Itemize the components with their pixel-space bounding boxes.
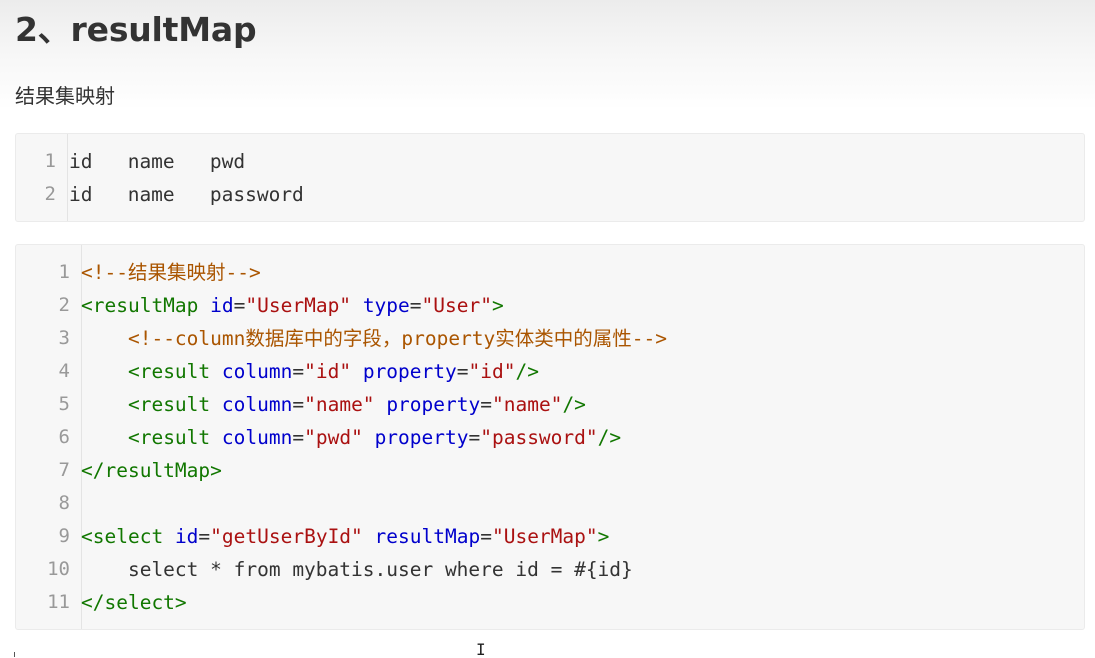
section-description: 结果集映射: [15, 84, 115, 108]
code-line: <result column="name" property="name"/>: [81, 388, 586, 421]
code-token-plain: =: [233, 294, 246, 317]
code-token-tag: <resultMap: [81, 294, 199, 317]
code-token-plain: =: [456, 360, 469, 383]
line-number: 11: [47, 591, 70, 613]
code-token-tag: <result: [127, 360, 211, 383]
code-token-str: "getUserById": [210, 525, 363, 548]
code-token-str: "name": [304, 393, 375, 416]
code-token-plain: =: [480, 525, 492, 548]
line-number: 1: [44, 150, 56, 172]
line-number: 4: [58, 360, 70, 382]
code-line: <!--结果集映射-->: [81, 256, 261, 289]
code-line: </select>: [81, 586, 187, 619]
code-token-str: "name": [491, 393, 563, 416]
line-number: 1: [58, 261, 70, 283]
code-line: <result column="pwd" property="password"…: [81, 421, 621, 454]
code-line: </resultMap>: [81, 454, 222, 487]
code-line: select * from mybatis.user where id = #{…: [81, 553, 633, 586]
code-token-attr: resultMap: [374, 525, 481, 548]
code-token-str: "id": [304, 360, 352, 383]
code-block-resultmap[interactable]: 1 2 3 4 5 6 7 8 9 10 11 <!--结果集映射--> <resultMap id=…: [15, 244, 1085, 630]
line-number: 6: [58, 426, 70, 448]
code-token-plain: id name password: [69, 183, 304, 206]
code-token-tag: />: [597, 426, 622, 449]
code-token-tag: <result: [127, 393, 211, 416]
code-token-str: "pwd": [304, 426, 363, 449]
code-token-str: "UserMap": [491, 525, 598, 548]
line-number: 5: [58, 393, 70, 415]
code-token-plain: =: [198, 525, 211, 548]
line-number-gutter: 12: [16, 134, 68, 221]
code-token-plain: =: [480, 393, 492, 416]
code-token-plain: id name pwd: [69, 150, 246, 173]
code-token-str: "password": [480, 426, 598, 449]
line-number: 3: [58, 327, 70, 349]
code-token-str: "id": [468, 360, 516, 383]
code-token-plain: =: [292, 393, 305, 416]
code-token-comment: <!--结果集映射-->: [81, 261, 261, 284]
code-line: <resultMap id="UserMap" type="User">: [81, 289, 504, 322]
line-number: 10: [47, 558, 70, 580]
code-block-columns[interactable]: 12 id name pwd id name password: [15, 133, 1085, 222]
line-number: 2: [44, 183, 56, 205]
code-token-tag: <result: [127, 426, 211, 449]
code-token-plain: =: [409, 294, 422, 317]
line-number: 9: [58, 525, 70, 547]
line-number: 8: [58, 492, 70, 514]
line-number: 7: [58, 459, 70, 481]
code-token-str: "UserMap": [245, 294, 352, 317]
code-token-attr: column: [221, 426, 293, 449]
code-token-tag: >: [491, 294, 504, 317]
edge-marker: [14, 652, 15, 657]
code-token-tag: />: [515, 360, 539, 383]
code-token-attr: id: [174, 525, 199, 548]
code-token-tag: />: [562, 393, 586, 416]
code-token-attr: column: [221, 360, 293, 383]
code-token-str: "User": [421, 294, 492, 317]
code-line: id name pwd: [69, 145, 245, 178]
code-token-tag: </select>: [81, 591, 187, 614]
code-token-attr: property: [386, 393, 481, 416]
code-token-plain: =: [468, 426, 481, 449]
code-token-plain: =: [292, 360, 305, 383]
code-token-attr: column: [221, 393, 293, 416]
line-number-gutter: 1 2 3 4 5 6 7 8 9 10 11: [16, 245, 82, 629]
code-token-attr: type: [362, 294, 410, 317]
code-token-tag: <select: [81, 525, 164, 548]
code-line: id name password: [69, 178, 304, 211]
code-token-plain: select * from mybatis.user where id = #{…: [81, 558, 633, 581]
code-token-plain: =: [292, 426, 305, 449]
section-heading: 2、resultMap: [15, 10, 257, 49]
code-line: <!--column数据库中的字段，property实体类中的属性-->: [81, 322, 667, 355]
code-line: <select id="getUserById" resultMap="User…: [81, 520, 609, 553]
code-token-tag: >: [597, 525, 610, 548]
code-token-attr: property: [374, 426, 469, 449]
code-token-attr: property: [362, 360, 457, 383]
text-cursor-icon: I: [476, 640, 486, 658]
code-token-comment: <!--column数据库中的字段，property实体类中的属性-->: [127, 327, 668, 350]
code-token-attr: id: [210, 294, 234, 317]
code-line: <result column="id" property="id"/>: [81, 355, 539, 388]
code-token-tag: </resultMap>: [81, 459, 222, 482]
line-number: 2: [58, 294, 70, 316]
